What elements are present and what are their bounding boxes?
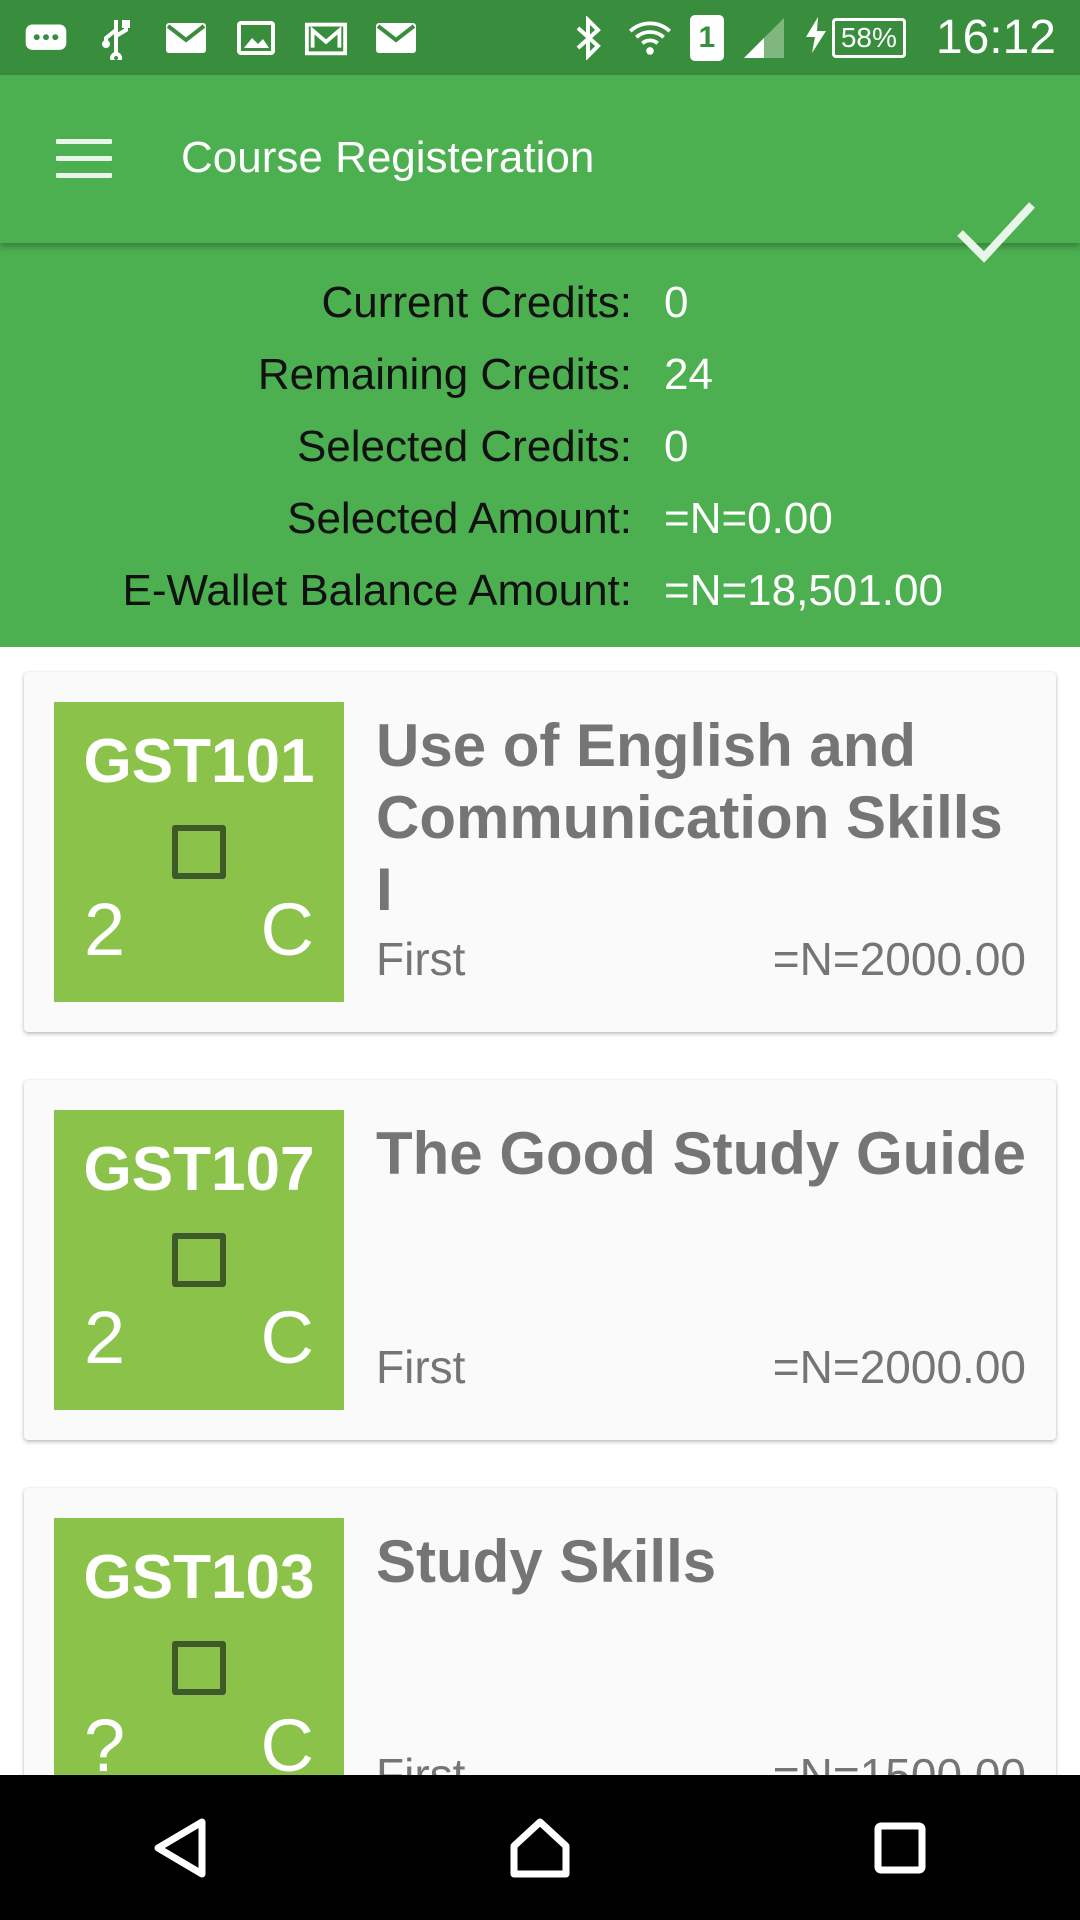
- course-credits: 2: [84, 888, 126, 971]
- summary-row-remaining-credits: Remaining Credits: 24: [0, 350, 1080, 422]
- summary-label: Current Credits:: [321, 278, 632, 327]
- recents-button[interactable]: [845, 1793, 955, 1903]
- checkmark-icon: [957, 202, 1035, 263]
- mail-icon: [164, 16, 208, 60]
- confirm-button[interactable]: [956, 199, 1036, 269]
- hamburger-menu-icon[interactable]: [56, 139, 112, 179]
- summary-value: =N=18,501.00: [664, 566, 943, 615]
- course-code: GST103: [83, 1543, 315, 1612]
- summary-label: Selected Credits:: [296, 422, 632, 471]
- message-icon: [24, 16, 68, 60]
- course-fee: =N=1500.00: [772, 1749, 1026, 1775]
- back-icon: [154, 1818, 206, 1877]
- summary-row-wallet-balance: E-Wallet Balance Amount: =N=18,501.00: [0, 566, 1080, 638]
- gmail-icon: [304, 16, 348, 60]
- credits-summary: Current Credits: 0 Remaining Credits: 24…: [0, 243, 1080, 647]
- battery-percent: 58%: [840, 21, 897, 53]
- course-credits: ?: [84, 1704, 126, 1775]
- course-fee: =N=2000.00: [772, 1341, 1026, 1393]
- home-icon: [510, 1818, 570, 1877]
- course-select-checkbox[interactable]: [172, 1233, 226, 1287]
- back-button[interactable]: [125, 1793, 235, 1903]
- course-credits: 2: [84, 1296, 126, 1379]
- course-fee: =N=2000.00: [772, 933, 1026, 985]
- app-bar: Course Registeration: [0, 75, 1080, 263]
- summary-row-current-credits: Current Credits: 0: [0, 278, 1080, 350]
- course-select-checkbox[interactable]: [172, 825, 226, 879]
- battery-icon: 58%: [831, 17, 906, 58]
- mail-icon: [374, 16, 418, 60]
- course-code: GST101: [83, 727, 315, 796]
- summary-label: Remaining Credits:: [257, 350, 632, 399]
- recents-icon: [874, 1822, 926, 1873]
- summary-row-selected-amount: Selected Amount: =N=0.00: [0, 494, 1080, 566]
- summary-value: 0: [664, 278, 689, 327]
- charging-icon: [804, 15, 828, 60]
- sim-icon: 1: [689, 14, 724, 61]
- course-select-checkbox[interactable]: [172, 1641, 226, 1695]
- course-semester: First: [376, 1749, 466, 1775]
- summary-label: Selected Amount:: [287, 494, 632, 543]
- course-type: C: [260, 1296, 314, 1379]
- course-title: Study Skills: [376, 1528, 717, 1595]
- image-icon: [234, 16, 278, 60]
- status-bar: 1 58% 16:12: [0, 0, 1080, 75]
- usb-icon: [94, 16, 138, 60]
- course-badge: GST107 2 C: [54, 1110, 344, 1410]
- course-list[interactable]: GST101 2 C Use of English and Communicat…: [0, 647, 1080, 1775]
- bluetooth-icon: [566, 15, 610, 60]
- course-badge: GST101 2 C: [54, 702, 344, 1002]
- navigation-bar: [0, 1775, 1080, 1920]
- course-card[interactable]: GST101 2 C Use of English and Communicat…: [24, 672, 1056, 1032]
- course-card[interactable]: GST107 2 C The Good Study Guide First =N…: [24, 1080, 1056, 1440]
- course-semester: First: [376, 933, 466, 985]
- course-badge: GST103 ? C: [54, 1518, 344, 1775]
- wifi-icon: [628, 16, 672, 60]
- home-button[interactable]: [485, 1793, 595, 1903]
- course-semester: First: [376, 1341, 466, 1393]
- course-title: Use of English and Communication Skills …: [376, 712, 1003, 923]
- summary-value: 24: [664, 350, 713, 399]
- summary-value: =N=0.00: [664, 494, 833, 543]
- summary-value: 0: [664, 422, 689, 471]
- summary-row-selected-credits: Selected Credits: 0: [0, 422, 1080, 494]
- course-type: C: [260, 1704, 314, 1775]
- page-title: Course Registeration: [181, 133, 595, 182]
- battery-indicator: 58%: [804, 15, 906, 60]
- clock: 16:12: [935, 11, 1056, 64]
- course-card[interactable]: GST103 ? C Study Skills First =N=1500.00: [24, 1488, 1056, 1775]
- signal-icon: [742, 16, 786, 60]
- summary-label: E-Wallet Balance Amount:: [122, 566, 632, 615]
- course-code: GST107: [83, 1135, 315, 1204]
- course-title: The Good Study Guide: [376, 1120, 1026, 1187]
- course-type: C: [260, 888, 314, 971]
